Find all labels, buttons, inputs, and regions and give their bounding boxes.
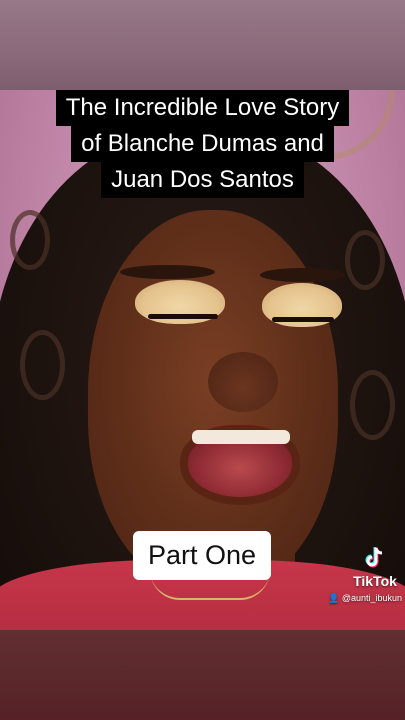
part-label: Part One <box>133 531 271 580</box>
right-lashes <box>272 317 334 322</box>
nose <box>208 352 278 412</box>
left-eyebrow <box>120 265 215 279</box>
tiktok-logo-icon <box>362 545 388 571</box>
video-frame[interactable]: The Incredible Love Story of Blanche Dum… <box>0 0 405 720</box>
hair-curl <box>20 330 65 400</box>
teeth <box>192 430 290 444</box>
left-lashes <box>148 314 218 319</box>
tiktok-username: 👤 @aunti_ibukun <box>314 593 402 604</box>
tiktok-username-text: @aunti_ibukun <box>341 593 402 603</box>
tiktok-watermark: TikTok <box>350 545 400 589</box>
blurred-bottom-strip <box>0 630 405 720</box>
title-line-2: of Blanche Dumas and <box>71 126 334 162</box>
hair-curl <box>350 370 395 440</box>
right-eyebrow <box>260 268 345 282</box>
title-line-1: The Incredible Love Story <box>55 90 350 126</box>
user-icon: 👤 <box>328 593 342 603</box>
blurred-top-strip <box>0 0 405 90</box>
hair-curl <box>10 210 50 270</box>
tiktok-brand-label: TikTok <box>353 573 397 589</box>
hair-curl <box>345 230 385 290</box>
title-line-3: Juan Dos Santos <box>101 162 304 198</box>
title-caption: The Incredible Love Story of Blanche Dum… <box>0 90 405 198</box>
